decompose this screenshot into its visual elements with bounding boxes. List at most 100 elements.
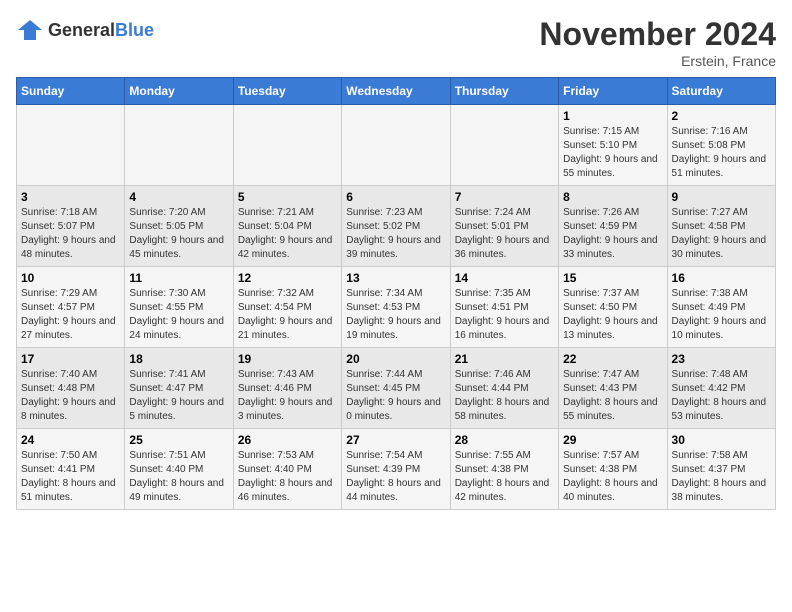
day-number: 12 <box>238 271 337 285</box>
logo-text: GeneralBlue <box>48 20 154 41</box>
day-cell: 16 Sunrise: 7:38 AMSunset: 4:49 PMDayligh… <box>667 267 775 348</box>
weekday-header-friday: Friday <box>559 78 667 105</box>
page-header: GeneralBlue November 2024 Erstein, Franc… <box>16 16 776 69</box>
day-info: Sunrise: 7:27 AMSunset: 4:58 PMDaylight:… <box>672 207 767 260</box>
day-number: 13 <box>346 271 445 285</box>
day-info: Sunrise: 7:47 AMSunset: 4:43 PMDaylight:… <box>563 369 658 422</box>
day-info: Sunrise: 7:55 AMSunset: 4:38 PMDaylight:… <box>455 450 550 503</box>
day-cell: 8 Sunrise: 7:26 AMSunset: 4:59 PMDaylight… <box>559 186 667 267</box>
weekday-header-saturday: Saturday <box>667 78 775 105</box>
day-number: 7 <box>455 190 554 204</box>
week-row-5: 24Sunrise: 7:50 AMSunset: 4:41 PMDayligh… <box>17 429 776 510</box>
day-number: 22 <box>563 352 662 366</box>
day-number: 24 <box>21 433 120 447</box>
day-info: Sunrise: 7:30 AMSunset: 4:55 PMDaylight:… <box>129 288 224 341</box>
day-info: Sunrise: 7:43 AMSunset: 4:46 PMDaylight:… <box>238 369 333 422</box>
day-info: Sunrise: 7:53 AMSunset: 4:40 PMDaylight:… <box>238 450 333 503</box>
day-cell: 1 Sunrise: 7:15 AMSunset: 5:10 PMDaylight… <box>559 105 667 186</box>
day-info: Sunrise: 7:34 AMSunset: 4:53 PMDaylight:… <box>346 288 441 341</box>
day-number: 29 <box>563 433 662 447</box>
day-cell: 29 Sunrise: 7:57 AMSunset: 4:38 PMDayligh… <box>559 429 667 510</box>
day-info: Sunrise: 7:26 AMSunset: 4:59 PMDaylight:… <box>563 207 658 260</box>
week-row-1: 1 Sunrise: 7:15 AMSunset: 5:10 PMDaylight… <box>17 105 776 186</box>
week-row-3: 10 Sunrise: 7:29 AMSunset: 4:57 PMDayligh… <box>17 267 776 348</box>
day-info: Sunrise: 7:40 AMSunset: 4:48 PMDaylight:… <box>21 369 116 422</box>
day-info: Sunrise: 7:58 AMSunset: 4:37 PMDaylight:… <box>672 450 767 503</box>
day-info: Sunrise: 7:20 AMSunset: 5:05 PMDaylight:… <box>129 207 224 260</box>
day-number: 8 <box>563 190 662 204</box>
day-cell: 21Sunrise: 7:46 AMSunset: 4:44 PMDayligh… <box>450 348 558 429</box>
day-info: Sunrise: 7:35 AMSunset: 4:51 PMDaylight:… <box>455 288 550 341</box>
day-info: Sunrise: 7:15 AMSunset: 5:10 PMDaylight:… <box>563 126 658 179</box>
day-cell <box>17 105 125 186</box>
day-number: 28 <box>455 433 554 447</box>
day-cell <box>342 105 450 186</box>
day-number: 16 <box>672 271 771 285</box>
weekday-header-sunday: Sunday <box>17 78 125 105</box>
day-number: 23 <box>672 352 771 366</box>
day-info: Sunrise: 7:51 AMSunset: 4:40 PMDaylight:… <box>129 450 224 503</box>
day-info: Sunrise: 7:23 AMSunset: 5:02 PMDaylight:… <box>346 207 441 260</box>
day-info: Sunrise: 7:38 AMSunset: 4:49 PMDaylight:… <box>672 288 767 341</box>
day-info: Sunrise: 7:21 AMSunset: 5:04 PMDaylight:… <box>238 207 333 260</box>
day-number: 6 <box>346 190 445 204</box>
weekday-header-tuesday: Tuesday <box>233 78 341 105</box>
day-cell: 19 Sunrise: 7:43 AMSunset: 4:46 PMDayligh… <box>233 348 341 429</box>
day-number: 3 <box>21 190 120 204</box>
day-cell: 17 Sunrise: 7:40 AMSunset: 4:48 PMDayligh… <box>17 348 125 429</box>
logo-general: General <box>48 20 115 40</box>
day-cell <box>233 105 341 186</box>
day-info: Sunrise: 7:54 AMSunset: 4:39 PMDaylight:… <box>346 450 441 503</box>
day-cell: 6 Sunrise: 7:23 AMSunset: 5:02 PMDaylight… <box>342 186 450 267</box>
weekday-header-row: SundayMondayTuesdayWednesdayThursdayFrid… <box>17 78 776 105</box>
day-info: Sunrise: 7:16 AMSunset: 5:08 PMDaylight:… <box>672 126 767 179</box>
logo-blue: Blue <box>115 20 154 40</box>
day-cell <box>125 105 233 186</box>
day-number: 14 <box>455 271 554 285</box>
day-cell: 5 Sunrise: 7:21 AMSunset: 5:04 PMDaylight… <box>233 186 341 267</box>
day-cell: 24Sunrise: 7:50 AMSunset: 4:41 PMDayligh… <box>17 429 125 510</box>
day-info: Sunrise: 7:32 AMSunset: 4:54 PMDaylight:… <box>238 288 333 341</box>
weekday-header-wednesday: Wednesday <box>342 78 450 105</box>
location: Erstein, France <box>539 53 776 69</box>
day-cell: 15 Sunrise: 7:37 AMSunset: 4:50 PMDayligh… <box>559 267 667 348</box>
day-number: 20 <box>346 352 445 366</box>
day-number: 15 <box>563 271 662 285</box>
week-row-4: 17 Sunrise: 7:40 AMSunset: 4:48 PMDayligh… <box>17 348 776 429</box>
logo: GeneralBlue <box>16 16 154 44</box>
day-number: 2 <box>672 109 771 123</box>
day-cell <box>450 105 558 186</box>
day-number: 4 <box>129 190 228 204</box>
day-info: Sunrise: 7:44 AMSunset: 4:45 PMDaylight:… <box>346 369 441 422</box>
day-number: 1 <box>563 109 662 123</box>
day-info: Sunrise: 7:29 AMSunset: 4:57 PMDaylight:… <box>21 288 116 341</box>
weekday-header-monday: Monday <box>125 78 233 105</box>
day-cell: 18Sunrise: 7:41 AMSunset: 4:47 PMDayligh… <box>125 348 233 429</box>
day-cell: 2 Sunrise: 7:16 AMSunset: 5:08 PMDaylight… <box>667 105 775 186</box>
weekday-header-thursday: Thursday <box>450 78 558 105</box>
day-number: 27 <box>346 433 445 447</box>
day-cell: 11 Sunrise: 7:30 AMSunset: 4:55 PMDayligh… <box>125 267 233 348</box>
day-info: Sunrise: 7:37 AMSunset: 4:50 PMDaylight:… <box>563 288 658 341</box>
calendar-table: SundayMondayTuesdayWednesdayThursdayFrid… <box>16 77 776 510</box>
day-number: 19 <box>238 352 337 366</box>
day-number: 17 <box>21 352 120 366</box>
day-number: 11 <box>129 271 228 285</box>
day-cell: 7Sunrise: 7:24 AMSunset: 5:01 PMDaylight… <box>450 186 558 267</box>
day-cell: 13 Sunrise: 7:34 AMSunset: 4:53 PMDayligh… <box>342 267 450 348</box>
week-row-2: 3 Sunrise: 7:18 AMSunset: 5:07 PMDaylight… <box>17 186 776 267</box>
day-number: 26 <box>238 433 337 447</box>
day-number: 10 <box>21 271 120 285</box>
day-number: 30 <box>672 433 771 447</box>
day-info: Sunrise: 7:18 AMSunset: 5:07 PMDaylight:… <box>21 207 116 260</box>
day-cell: 4 Sunrise: 7:20 AMSunset: 5:05 PMDaylight… <box>125 186 233 267</box>
day-cell: 12 Sunrise: 7:32 AMSunset: 4:54 PMDayligh… <box>233 267 341 348</box>
day-cell: 9Sunrise: 7:27 AMSunset: 4:58 PMDaylight… <box>667 186 775 267</box>
day-info: Sunrise: 7:57 AMSunset: 4:38 PMDaylight:… <box>563 450 658 503</box>
day-number: 21 <box>455 352 554 366</box>
day-cell: 25 Sunrise: 7:51 AMSunset: 4:40 PMDayligh… <box>125 429 233 510</box>
day-cell: 10 Sunrise: 7:29 AMSunset: 4:57 PMDayligh… <box>17 267 125 348</box>
day-number: 25 <box>129 433 228 447</box>
day-number: 5 <box>238 190 337 204</box>
day-cell: 23Sunrise: 7:48 AMSunset: 4:42 PMDayligh… <box>667 348 775 429</box>
